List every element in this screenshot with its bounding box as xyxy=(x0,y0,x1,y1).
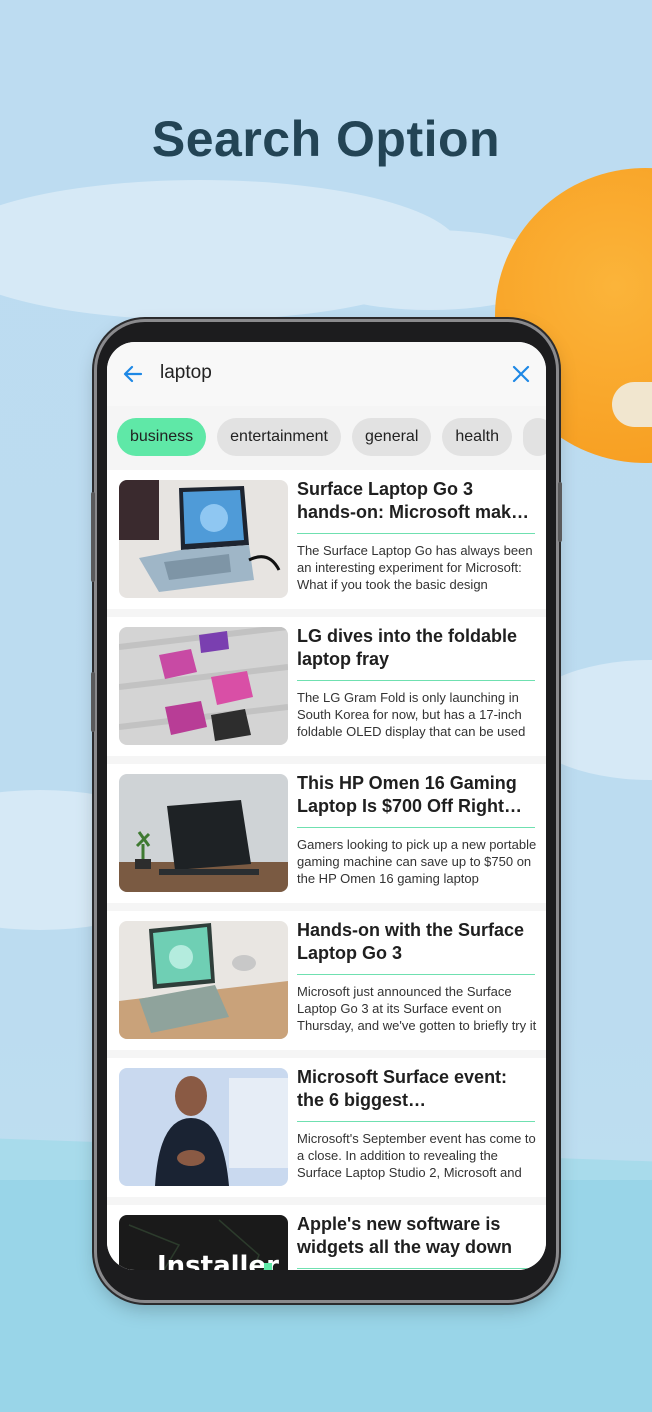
article-description: The Surface Laptop Go has always been an… xyxy=(297,543,533,592)
article-description: Microsoft's September event has come to … xyxy=(297,1131,536,1180)
divider xyxy=(297,1121,535,1122)
divider xyxy=(297,1268,535,1269)
category-chips: business entertainment general health xyxy=(117,418,546,458)
list-item[interactable]: Hands-on with the Surface Laptop Go 3 Mi… xyxy=(107,911,546,1050)
volume-button xyxy=(91,492,95,582)
power-button xyxy=(558,482,562,542)
list-item[interactable]: Installer Apple's new software is widget… xyxy=(107,1205,546,1270)
article-thumbnail xyxy=(119,627,288,745)
chip-health[interactable]: health xyxy=(442,418,512,456)
search-bar: laptop xyxy=(107,342,546,406)
article-thumbnail: Installer xyxy=(119,1215,288,1270)
divider xyxy=(297,974,535,975)
article-list: Surface Laptop Go 3 hands-on: Microsoft … xyxy=(107,470,546,1270)
article-thumbnail xyxy=(119,1068,288,1186)
chip-more[interactable] xyxy=(522,418,546,456)
phone-frame: laptop business entertainment general he… xyxy=(91,322,562,1300)
article-thumbnail xyxy=(119,480,288,598)
hero-title: Search Option xyxy=(151,111,501,167)
divider xyxy=(297,680,535,681)
thumbnail-text: Installer xyxy=(157,1251,279,1270)
article-title: This HP Omen 16 Gaming Laptop Is $700 Of… xyxy=(297,773,517,816)
list-item[interactable]: Microsoft Surface event: the 6 biggest a… xyxy=(107,1058,546,1197)
volume-button-2 xyxy=(91,672,95,732)
list-item[interactable]: LG dives into the foldable laptop fray T… xyxy=(107,617,546,756)
thumbnail-accent xyxy=(264,1263,272,1270)
list-item[interactable]: This HP Omen 16 Gaming Laptop Is $700 Of… xyxy=(107,764,546,903)
article-thumbnail xyxy=(119,774,288,892)
article-description: Gamers looking to pick up a new portable… xyxy=(297,837,537,886)
chip-general[interactable]: general xyxy=(352,418,432,456)
sun-cloud-decoration xyxy=(612,382,652,427)
article-title: Microsoft Surface event: the 6 biggest a… xyxy=(297,1067,508,1110)
search-input[interactable]: laptop xyxy=(160,362,212,384)
article-description: The LG Gram Fold is only launching in So… xyxy=(297,690,526,739)
article-title: Surface Laptop Go 3 hands-on: Microsoft … xyxy=(297,479,532,522)
phone-screen: laptop business entertainment general he… xyxy=(107,342,546,1270)
list-item[interactable]: Surface Laptop Go 3 hands-on: Microsoft … xyxy=(107,470,546,609)
article-title: Apple's new software is widgets all the … xyxy=(297,1214,513,1257)
article-thumbnail xyxy=(119,921,288,1039)
arrow-left-icon[interactable] xyxy=(121,362,145,386)
article-title: LG dives into the foldable laptop fray xyxy=(297,626,518,669)
divider xyxy=(297,827,535,828)
article-description: Microsoft just announced the Surface Lap… xyxy=(297,984,537,1033)
article-title: Hands-on with the Surface Laptop Go 3 xyxy=(297,920,525,963)
divider xyxy=(297,533,535,534)
close-icon[interactable] xyxy=(509,362,533,386)
chip-business[interactable]: business xyxy=(117,418,207,456)
chip-entertainment[interactable]: entertainment xyxy=(217,418,341,456)
